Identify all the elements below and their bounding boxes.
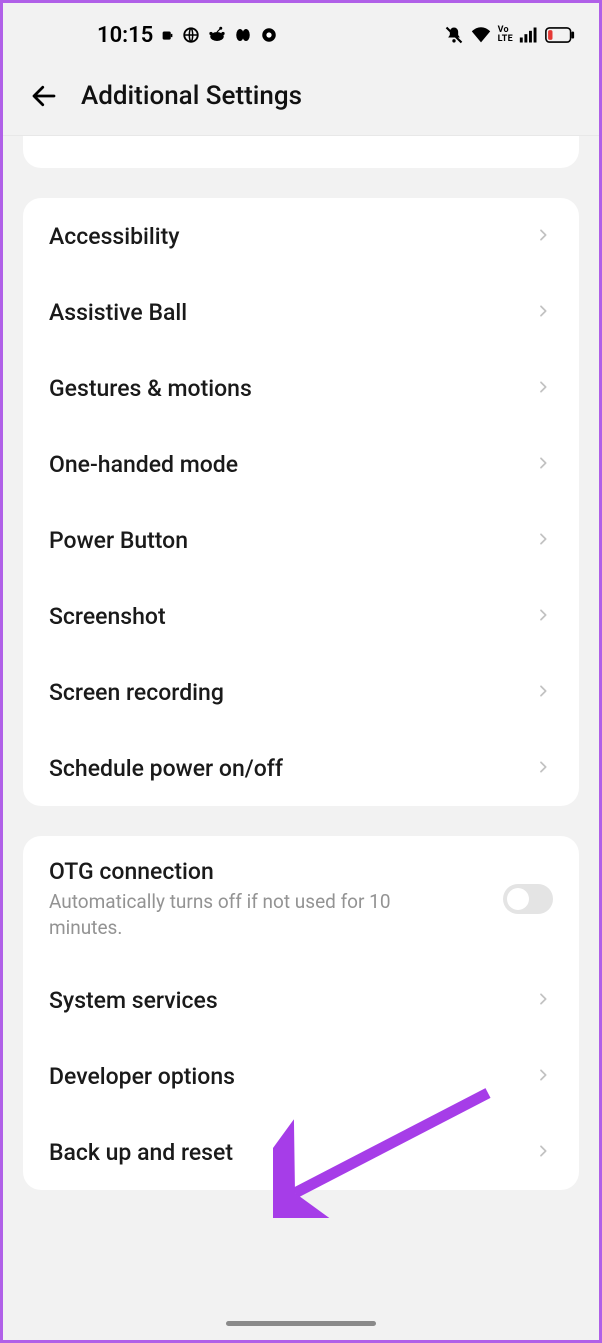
home-indicator[interactable] (226, 1321, 376, 1326)
row-label: Developer options (49, 1063, 235, 1090)
card-date-time: Date & time (23, 136, 579, 168)
wifi-icon (470, 24, 492, 46)
chevron-right-icon (535, 303, 553, 321)
row-screen-recording[interactable]: Screen recording (23, 654, 579, 730)
row-label: Screenshot (49, 603, 166, 630)
settings-content: Date & time Accessibility Assistive Ball… (3, 136, 599, 1230)
row-back-up-reset[interactable]: Back up and reset (23, 1114, 579, 1190)
reddit-icon (208, 26, 226, 44)
battery-low-icon (545, 27, 575, 43)
row-label: Accessibility (49, 223, 180, 250)
chevron-right-icon (535, 991, 553, 1009)
chevron-right-icon (535, 759, 553, 777)
chevron-right-icon (535, 379, 553, 397)
card-system-group: OTG connection Automatically turns off i… (23, 836, 579, 1190)
row-accessibility[interactable]: Accessibility (23, 198, 579, 274)
row-label: Gestures & motions (49, 375, 252, 402)
row-power-button[interactable]: Power Button (23, 502, 579, 578)
row-label: Date & time (49, 136, 553, 143)
row-developer-options[interactable]: Developer options (23, 1038, 579, 1114)
row-label: System services (49, 987, 218, 1014)
chevron-right-icon (535, 1143, 553, 1161)
otg-toggle[interactable] (503, 884, 553, 914)
row-gestures-motions[interactable]: Gestures & motions (23, 350, 579, 426)
bell-off-icon (444, 25, 464, 45)
row-label: Power Button (49, 527, 188, 554)
chevron-right-icon (535, 531, 553, 549)
row-label: Back up and reset (49, 1139, 233, 1166)
row-system-services[interactable]: System services (23, 962, 579, 1038)
row-screenshot[interactable]: Screenshot (23, 578, 579, 654)
row-label: Screen recording (49, 679, 224, 706)
card-accessibility-group: Accessibility Assistive Ball Gestures & … (23, 198, 579, 806)
pill-icon (234, 26, 252, 44)
chevron-right-icon (535, 607, 553, 625)
volte-icon: VoLTE (498, 26, 513, 44)
chevron-right-icon (535, 227, 553, 245)
status-right: VoLTE (444, 24, 575, 46)
row-otg-connection[interactable]: OTG connection Automatically turns off i… (23, 836, 579, 962)
status-time: 10:15 (97, 23, 153, 48)
circle-icon (260, 26, 278, 44)
row-date-time[interactable]: Date & time (23, 136, 579, 168)
row-subtitle: Automatically turns off if not used for … (49, 889, 429, 940)
chevron-right-icon (535, 455, 553, 473)
status-bar: 10:15 VoLTE (3, 3, 599, 59)
status-left: 10:15 (27, 23, 278, 48)
row-assistive-ball[interactable]: Assistive Ball (23, 274, 579, 350)
arrow-left-icon (29, 81, 59, 111)
charging-small-icon (161, 29, 174, 42)
row-label: Schedule power on/off (49, 755, 283, 782)
row-label: One-handed mode (49, 451, 238, 478)
row-label: OTG connection (49, 858, 429, 885)
back-button[interactable] (27, 79, 61, 113)
chevron-right-icon (535, 683, 553, 701)
globe-icon (182, 26, 200, 44)
page-title: Additional Settings (81, 81, 302, 111)
app-header: Additional Settings (3, 59, 599, 136)
row-label: Assistive Ball (49, 299, 187, 326)
row-schedule-power[interactable]: Schedule power on/off (23, 730, 579, 806)
chevron-right-icon (535, 1067, 553, 1085)
row-one-handed-mode[interactable]: One-handed mode (23, 426, 579, 502)
signal-icon (519, 25, 539, 45)
